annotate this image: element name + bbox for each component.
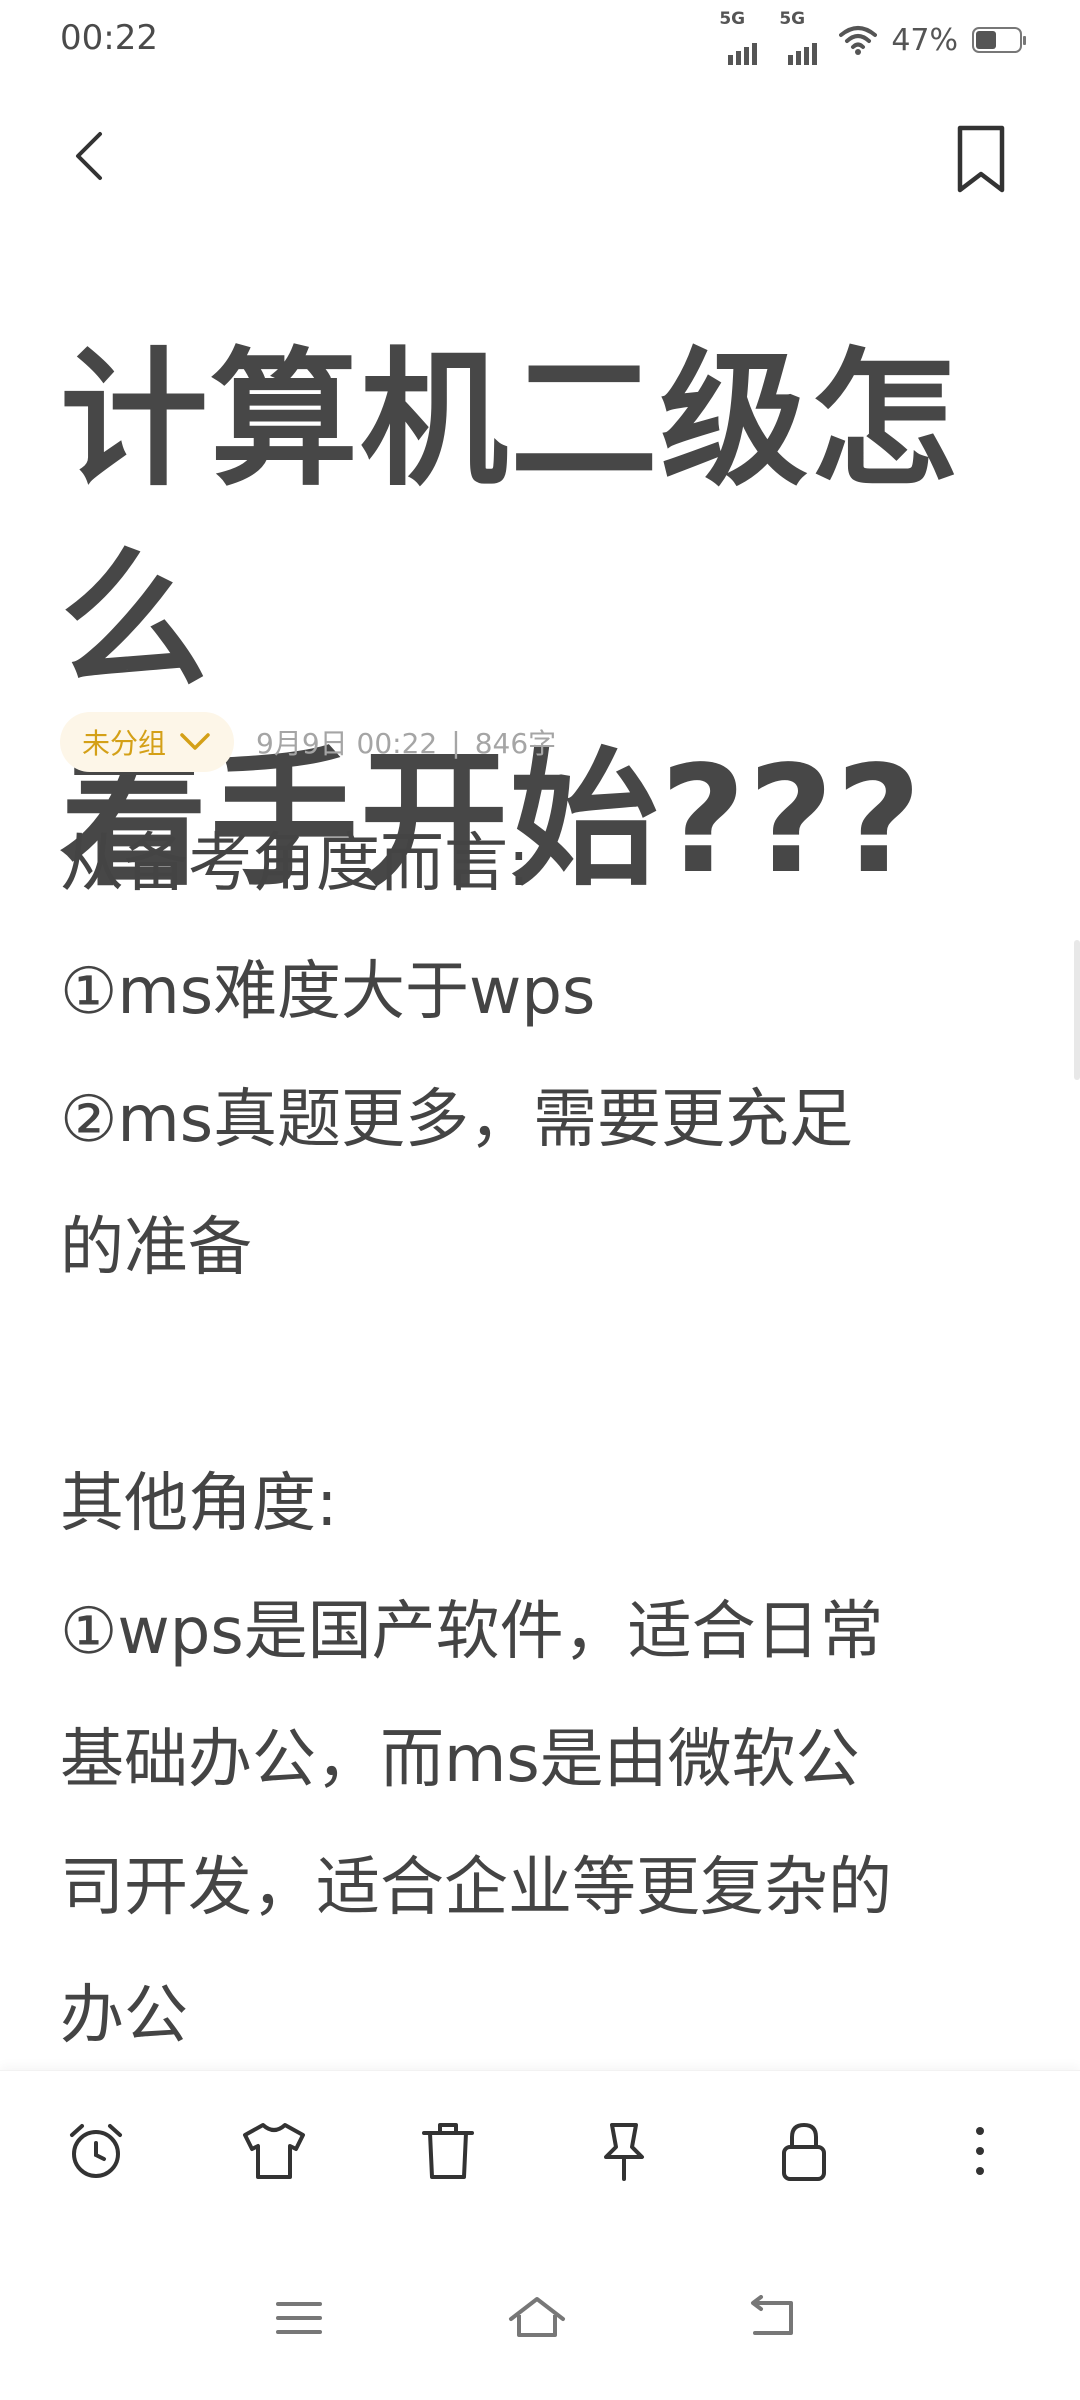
battery-icon <box>972 27 1026 53</box>
status-bar: 00:22 5G 5G 47% <box>0 0 1080 80</box>
pin-icon <box>604 2123 644 2181</box>
note-line: 其他角度: <box>60 1467 338 1541</box>
note-line: ①ms难度大于wps <box>60 955 596 1029</box>
delete-button[interactable] <box>408 2111 488 2191</box>
signal-icon: 5G <box>779 9 825 65</box>
chevron-left-icon <box>76 132 102 180</box>
note-line: 的准备 <box>60 1211 252 1285</box>
note-line: ②ms真题更多，需要更充足 <box>60 1083 854 1157</box>
bookmark-icon <box>957 125 1005 193</box>
note-title-line: 计算机二级怎么 <box>60 334 960 706</box>
note-line: 从备考角度而言: <box>60 827 530 901</box>
home-icon <box>509 2297 565 2337</box>
chevron-down-icon <box>180 733 210 750</box>
lock-icon <box>782 2122 826 2181</box>
pin-button[interactable] <box>584 2111 664 2191</box>
system-nav-bar <box>0 2230 1080 2400</box>
group-selector[interactable]: 未分组 <box>60 712 235 772</box>
battery-percent: 47% <box>891 22 958 58</box>
signal-icon: 5G <box>719 9 765 65</box>
reminder-button[interactable] <box>56 2111 136 2191</box>
wifi-icon <box>839 26 878 55</box>
more-button[interactable] <box>940 2111 1020 2191</box>
word-count: 846字 <box>474 727 557 760</box>
note-date: 9月9日 00:22 <box>256 727 438 760</box>
alarm-clock-icon <box>70 2124 122 2178</box>
tshirt-icon <box>243 2123 305 2179</box>
bookmark-button[interactable] <box>946 120 1016 200</box>
signal-label: 5G <box>719 9 746 29</box>
status-time: 00:22 <box>60 18 158 58</box>
scrollbar[interactable] <box>1074 940 1080 1080</box>
menu-icon <box>276 2302 322 2334</box>
note-line: 司开发，适合企业等更复杂的 <box>60 1851 892 1925</box>
note-body[interactable]: 从备考角度而言: ①ms难度大于wps ②ms真题更多，需要更充足 的准备 其他… <box>60 800 1020 2080</box>
recents-button[interactable] <box>264 2288 334 2348</box>
meta-separator: | <box>451 725 461 759</box>
system-back-button[interactable] <box>740 2288 810 2348</box>
signal-label: 5G <box>779 9 806 29</box>
theme-button[interactable] <box>234 2111 314 2191</box>
group-label: 未分组 <box>82 727 167 760</box>
note-line: 基础办公，而ms是由微软公 <box>60 1723 860 1797</box>
status-icons: 5G 5G 47% <box>719 9 1026 65</box>
note-line: ①wps是国产软件，适合日常 <box>60 1595 884 1669</box>
note-toolbar <box>0 2070 1080 2231</box>
back-button[interactable] <box>62 118 122 198</box>
note-meta: 未分组 9月9日 00:22 | 846字 <box>60 712 556 772</box>
more-vertical-icon <box>976 2127 984 2175</box>
lock-button[interactable] <box>764 2111 844 2191</box>
trash-icon <box>422 2123 474 2179</box>
back-icon <box>751 2295 793 2335</box>
note-line: 办公 <box>60 1979 188 2053</box>
note-blank-line <box>60 1312 1020 1440</box>
home-button[interactable] <box>502 2288 572 2348</box>
